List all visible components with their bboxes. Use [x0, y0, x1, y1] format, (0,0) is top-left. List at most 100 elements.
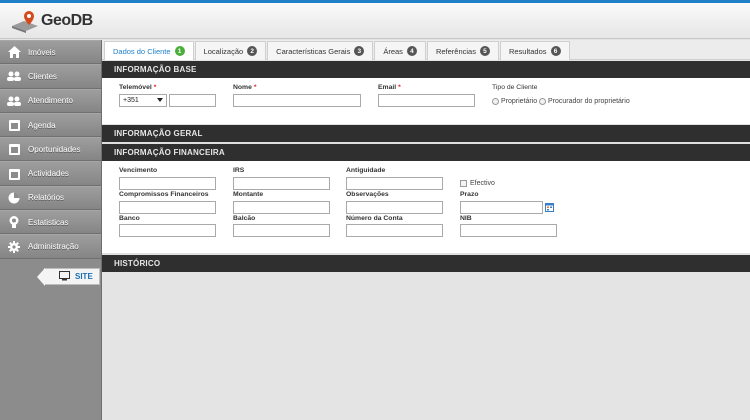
country-code-select[interactable]: +351	[119, 94, 167, 107]
sidebar-item-label: Oportunidades	[28, 144, 81, 154]
radio-procurador[interactable]: Procurador do proprietário	[539, 98, 630, 105]
email-label: Email *	[378, 84, 401, 91]
monitor-icon	[59, 270, 70, 283]
sidebar-item-clientes[interactable]: Clientes	[0, 64, 101, 89]
gear-icon	[7, 240, 21, 253]
bulb-icon	[7, 216, 21, 229]
vencimento-label: Vencimento	[119, 167, 158, 174]
sidebar-item-label: Actividades	[28, 169, 69, 179]
tab-number-badge: 4	[406, 46, 417, 56]
radio-label: Procurador do proprietário	[548, 98, 630, 105]
irs-label: IRS	[233, 167, 245, 174]
checkbox-box	[460, 180, 467, 187]
antiguidade-input[interactable]	[346, 177, 443, 190]
tab-label: Dados do Cliente	[113, 46, 171, 56]
sidebar-item-estatisticas[interactable]: Estatisticas	[0, 210, 101, 235]
chart-icon	[7, 192, 21, 204]
sidebar-item-agenda[interactable]: Agenda	[0, 112, 101, 138]
tab-areas[interactable]: Áreas 4	[374, 41, 426, 60]
tab-number-badge: 1	[174, 46, 185, 56]
observacoes-input[interactable]	[346, 201, 443, 214]
tab-number-badge: 2	[247, 46, 258, 56]
calendar-icon	[7, 143, 21, 156]
antiguidade-label: Antiguidade	[346, 167, 386, 174]
sidebar-item-label: Estatisticas	[28, 217, 69, 227]
logo[interactable]: GeoDB	[10, 8, 93, 34]
chevron-down-icon	[157, 98, 163, 102]
radio-label: Proprietário	[501, 98, 538, 105]
sidebar-item-oportunidades[interactable]: Oportunidades	[0, 137, 101, 162]
irs-input[interactable]	[233, 177, 330, 190]
vencimento-input[interactable]	[119, 177, 216, 190]
numero-conta-input[interactable]	[346, 224, 443, 237]
compromissos-input[interactable]	[119, 201, 216, 214]
radio-dot	[539, 98, 546, 105]
section-title: INFORMAÇÃO BASE	[114, 65, 197, 74]
sidebar-item-label: Imóveis	[28, 47, 56, 57]
logo-pin-icon	[10, 9, 40, 33]
panel-informacao-financeira: Vencimento IRS Antiguidade Efectivo Comp…	[102, 161, 750, 253]
prazo-label: Prazo	[460, 191, 479, 198]
nome-label: Nome *	[233, 84, 257, 91]
sidebar-item-imoveis[interactable]: Imóveis	[0, 40, 101, 65]
montante-input[interactable]	[233, 201, 330, 214]
balcao-input[interactable]	[233, 224, 330, 237]
section-historico[interactable]: HISTÓRICO	[102, 255, 750, 272]
logo-text: GeoDB	[41, 12, 93, 29]
sidebar-item-label: Clientes	[28, 71, 57, 81]
nib-input[interactable]	[460, 224, 557, 237]
tipo-cliente-label: Tipo de Cliente	[492, 84, 538, 91]
sidebar-item-label: Atendimento	[28, 96, 73, 106]
sidebar-item-label: Agenda	[28, 120, 56, 130]
sidebar: Imóveis Clientes Atendimento Agenda Opor…	[0, 40, 102, 420]
site-button[interactable]: SITE	[37, 268, 100, 286]
sidebar-item-administracao[interactable]: Administração	[0, 234, 101, 259]
app-header: GeoDB	[0, 3, 750, 39]
tab-dados-do-cliente[interactable]: Dados do Cliente 1	[104, 41, 194, 60]
tab-caracteristicas-gerais[interactable]: Características Gerais 3	[267, 41, 374, 60]
tab-referencias[interactable]: Referências 5	[426, 41, 499, 60]
nib-label: NIB	[460, 215, 472, 222]
section-informacao-geral[interactable]: INFORMAÇÃO GERAL	[102, 125, 750, 142]
radio-proprietario[interactable]: Proprietário	[492, 98, 537, 105]
radio-dot	[492, 98, 499, 105]
sidebar-item-atendimento[interactable]: Atendimento	[0, 88, 101, 113]
nome-input[interactable]	[233, 94, 361, 107]
balcao-label: Balcão	[233, 215, 256, 222]
sidebar-item-actividades[interactable]: Actividades	[0, 161, 101, 186]
panel-informacao-base: Telemóvel * +351 Nome * Email * Tipo de Cli…	[102, 78, 750, 124]
telemovel-input[interactable]	[169, 94, 216, 107]
section-informacao-base[interactable]: INFORMAÇÃO BASE	[102, 61, 750, 78]
montante-label: Montante	[233, 191, 264, 198]
country-code-value: +351	[123, 97, 139, 104]
tab-label: Características Gerais	[276, 46, 351, 56]
numero-conta-label: Número da Conta	[346, 215, 403, 222]
tab-localizacao[interactable]: Localização 2	[194, 41, 267, 60]
observacoes-label: Observações	[346, 191, 389, 198]
tab-label: Áreas	[383, 46, 403, 56]
main-content: INFORMAÇÃO BASE Telemóvel * +351 Nome * Em…	[102, 60, 750, 420]
tab-label: Referências	[435, 46, 476, 56]
sidebar-item-label: Relatórios	[28, 193, 65, 203]
efectivo-checkbox[interactable]: Efectivo	[460, 180, 495, 187]
section-title: INFORMAÇÃO FINANCEIRA	[114, 148, 225, 157]
calendar-icon	[7, 168, 21, 180]
calendar-icon[interactable]	[545, 203, 554, 212]
tab-resultados[interactable]: Resultados 6	[499, 41, 570, 60]
compromissos-label: Compromissos Financeiros	[119, 191, 209, 198]
calendar-icon	[7, 119, 21, 132]
prazo-input[interactable]	[460, 201, 543, 214]
email-input[interactable]	[378, 94, 475, 107]
section-title: HISTÓRICO	[114, 259, 161, 268]
section-title: INFORMAÇÃO GERAL	[114, 129, 203, 138]
house-icon	[7, 46, 21, 59]
section-informacao-financeira[interactable]: INFORMAÇÃO FINANCEIRA	[102, 144, 750, 161]
telemovel-label: Telemóvel *	[119, 84, 157, 91]
tab-number-badge: 5	[479, 46, 490, 56]
banco-input[interactable]	[119, 224, 216, 237]
tab-number-badge: 3	[354, 46, 365, 56]
sidebar-item-label: Administração	[28, 242, 79, 252]
site-label: SITE	[75, 272, 93, 281]
sidebar-item-relatorios[interactable]: Relatórios	[0, 185, 101, 211]
tab-label: Localização	[203, 46, 244, 56]
